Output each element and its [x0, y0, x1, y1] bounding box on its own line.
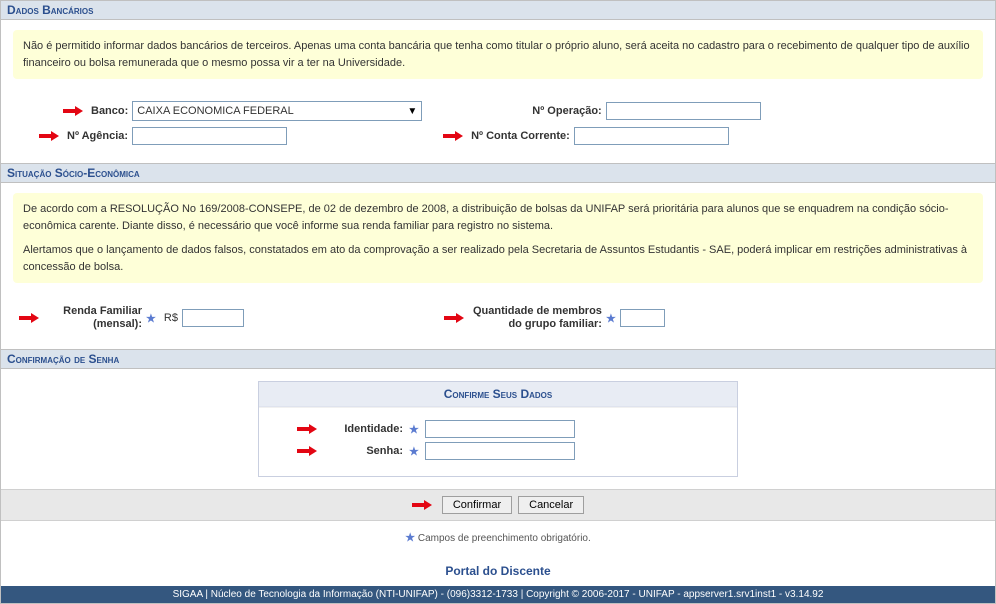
required-star-icon: ★ [409, 423, 419, 436]
notice-bank-text: Não é permitido informar dados bancários… [23, 40, 970, 69]
cancelar-button[interactable]: Cancelar [518, 496, 584, 514]
banco-select-value: CAIXA ECONOMICA FEDERAL [137, 105, 293, 117]
label-agencia: Nº Agência: [67, 130, 128, 142]
conta-input[interactable] [574, 127, 729, 145]
label-banco: Banco: [91, 105, 128, 117]
portal-discente-link[interactable]: Portal do Discente [445, 564, 550, 578]
required-star-icon: ★ [146, 312, 156, 325]
section-header-socio: Situação Sócio-Econômica [1, 163, 995, 183]
label-senha: Senha: [323, 445, 403, 457]
arrow-icon [63, 106, 83, 116]
label-membros: Quantidade de membros do grupo familiar: [472, 305, 602, 331]
confirmar-button[interactable]: Confirmar [442, 496, 512, 514]
senha-input[interactable] [425, 442, 575, 460]
label-identidade: Identidade: [323, 423, 403, 435]
portal-link-wrap: Portal do Discente [1, 558, 995, 586]
arrow-icon [39, 131, 59, 141]
agencia-input[interactable] [132, 127, 287, 145]
section-header-senha: Confirmação de Senha [1, 349, 995, 369]
confirm-box-title: Confirme Seus Dados [259, 382, 737, 407]
arrow-icon [412, 500, 432, 510]
required-legend-text: Campos de preenchimento obrigatório. [418, 533, 591, 544]
button-bar: Confirmar Cancelar [1, 489, 995, 521]
socio-form: Renda Familiar (mensal): ★ R$ Quantidade… [1, 293, 995, 349]
membros-input[interactable] [620, 309, 665, 327]
renda-input[interactable] [182, 309, 244, 327]
banco-select[interactable]: CAIXA ECONOMICA FEDERAL ▼ [132, 101, 422, 121]
label-operacao: Nº Operação: [532, 105, 601, 117]
section-header-bank: Dados Bancários [1, 0, 995, 20]
arrow-icon [267, 446, 317, 456]
main-container: Dados Bancários Não é permitido informar… [0, 0, 996, 604]
bank-form: Banco: CAIXA ECONOMICA FEDERAL ▼ Nº Oper… [1, 89, 995, 163]
arrow-icon [267, 424, 317, 434]
notice-bank: Não é permitido informar dados bancários… [13, 30, 983, 79]
arrow-icon [444, 313, 464, 323]
required-star-icon: ★ [409, 445, 419, 458]
chevron-down-icon: ▼ [407, 106, 417, 117]
required-star-icon: ★ [606, 312, 616, 325]
renda-prefix: R$ [164, 312, 178, 324]
label-conta: Nº Conta Corrente: [471, 130, 570, 142]
notice-socio-text2: Alertamos que o lançamento de dados fals… [23, 242, 973, 275]
notice-socio-text1: De acordo com a RESOLUÇÃO No 169/2008-CO… [23, 201, 973, 234]
notice-socio: De acordo com a RESOLUÇÃO No 169/2008-CO… [13, 193, 983, 283]
required-legend: ★ Campos de preenchimento obrigatório. [1, 521, 995, 558]
arrow-icon [443, 131, 463, 141]
confirm-box-body: Identidade: ★ Senha: ★ [259, 407, 737, 476]
arrow-icon [19, 313, 39, 323]
footer: SIGAA | Núcleo de Tecnologia da Informaç… [1, 586, 995, 603]
required-star-icon: ★ [405, 532, 415, 544]
operacao-input[interactable] [606, 102, 761, 120]
label-renda: Renda Familiar (mensal): [47, 305, 142, 331]
identidade-input[interactable] [425, 420, 575, 438]
confirm-box: Confirme Seus Dados Identidade: ★ Senha:… [258, 381, 738, 477]
